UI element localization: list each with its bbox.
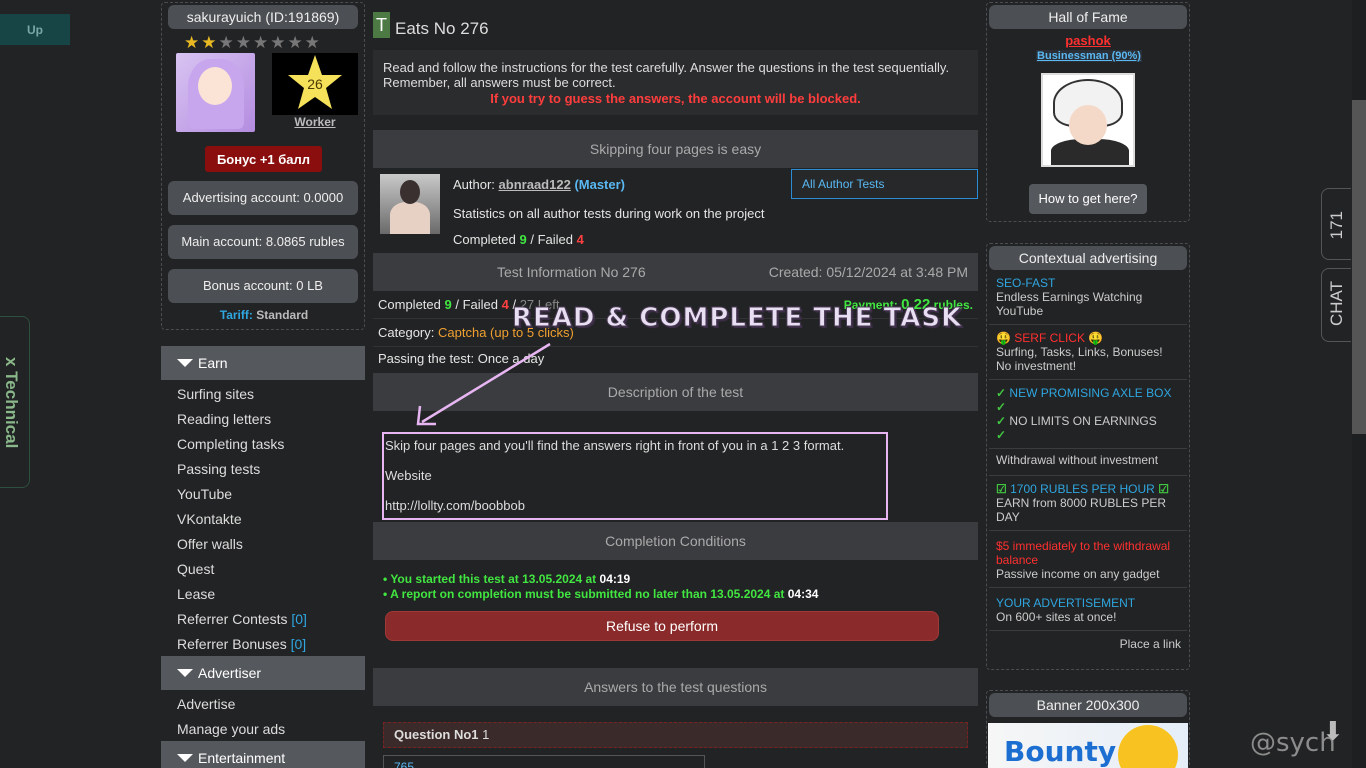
created-date: Created: 05/12/2024 at 3:48 PM xyxy=(768,264,968,280)
ad-withdrawal[interactable]: Withdrawal without investment xyxy=(989,449,1187,476)
ad-1700-rubles[interactable]: ☑ 1700 RUBLES PER HOUR ☑ EARN from 8000 … xyxy=(989,476,1187,531)
banner-ad[interactable]: Bounty xyxy=(988,723,1188,768)
tariff-label: Tariff: xyxy=(219,308,253,322)
warning-text: If you try to guess the answers, the acc… xyxy=(490,91,861,106)
description-website-label: Website xyxy=(385,468,432,483)
place-a-link[interactable]: Place a link xyxy=(987,631,1189,651)
tariff: Tariff: Standard xyxy=(162,308,366,322)
hall-of-fame-title: Hall of Fame xyxy=(989,5,1187,29)
answers-bar: Answers to the test questions xyxy=(373,668,978,706)
emoji-icon: 🤑 xyxy=(996,331,1011,345)
menu-item-letters[interactable]: Reading letters xyxy=(177,411,271,427)
conditions-bar: Completion Conditions xyxy=(373,522,978,560)
condition-deadline: • A report on completion must be submitt… xyxy=(383,587,819,601)
checkbox-icon: ☑ xyxy=(1158,482,1169,496)
menu-item-tests[interactable]: Passing tests xyxy=(177,461,260,477)
answer-option[interactable]: 765 xyxy=(383,755,705,768)
bonuses-count: [0] xyxy=(290,636,307,652)
menu-item-quest[interactable]: Quest xyxy=(177,561,214,577)
hof-rank[interactable]: Businessman (90%) xyxy=(1036,50,1142,62)
banner-logo: Bounty xyxy=(1004,735,1117,768)
instructions-text: Read and follow the instructions for the… xyxy=(383,60,950,90)
rating-stars: ★★★★★★★★ xyxy=(184,33,322,52)
contextual-ads-title: Contextual advertising xyxy=(989,246,1187,270)
overlay-caption: READ & COMPLETE THE TASK xyxy=(511,303,963,334)
menu-item-lease[interactable]: Lease xyxy=(177,586,215,602)
banner-title: Banner 200x300 xyxy=(989,693,1187,717)
ad-your-advertisement[interactable]: YOUR ADVERTISEMENT On 600+ sites at once… xyxy=(989,588,1187,631)
bonus-button[interactable]: Бонус +1 балл xyxy=(205,146,322,172)
author-completion-stats: Completed 9 / Failed 4 xyxy=(453,232,584,247)
scroll-up-button[interactable]: Up xyxy=(0,14,70,45)
condition-start: • You started this test at 13.05.2024 at… xyxy=(383,572,631,586)
menu-item-advertise[interactable]: Advertise xyxy=(177,696,235,712)
menu-item-youtube[interactable]: YouTube xyxy=(177,486,232,502)
hof-name[interactable]: pashok xyxy=(987,33,1189,48)
level-star-badge: 26 xyxy=(272,53,358,115)
tariff-value[interactable]: Standard xyxy=(256,308,308,322)
menu-item-referrer-bonuses[interactable]: Referrer Bonuses [0] xyxy=(177,636,306,652)
checkmark-icon: ✓ xyxy=(996,428,1007,442)
hof-avatar[interactable] xyxy=(1041,73,1135,167)
online-count-tab[interactable]: 171 xyxy=(1321,188,1351,260)
level-label[interactable]: Worker xyxy=(272,115,358,129)
author-stats-text: Statistics on all author tests during wo… xyxy=(453,206,765,221)
username[interactable]: sakurayuich (ID:191869) xyxy=(168,5,358,29)
author-name-link[interactable]: abnraad122 xyxy=(499,177,571,192)
question-1: Question No1 1 xyxy=(383,722,968,748)
description-text: Skip four pages and you'll find the answ… xyxy=(385,438,845,453)
author-photo[interactable] xyxy=(380,174,440,234)
how-to-get-here-button[interactable]: How to get here? xyxy=(1029,184,1147,214)
refuse-button[interactable]: Refuse to perform xyxy=(385,611,939,641)
menu-item-referrer-contests[interactable]: Referrer Contests [0] xyxy=(177,611,307,627)
profile-panel: sakurayuich (ID:191869) ★★★★★★★★ 26 Work… xyxy=(161,2,365,330)
test-name-bar: Skipping four pages is easy xyxy=(373,130,978,168)
description-url[interactable]: http://lollty.com/boobbob xyxy=(385,498,525,513)
menu-entertainment-head[interactable]: Entertainment xyxy=(161,741,365,768)
test-info-title: Test Information No 276 xyxy=(497,264,646,280)
author-line: Author: abnraad122 (Master) xyxy=(453,177,626,192)
down-arrow-icon: ⬇ xyxy=(1322,716,1344,746)
scrollbar[interactable] xyxy=(1352,0,1366,768)
author-rank: (Master) xyxy=(574,177,626,192)
checkmark-icon: ✓ xyxy=(996,386,1007,400)
test-icon: T xyxy=(373,12,390,38)
menu-item-surfing[interactable]: Surfing sites xyxy=(177,386,254,402)
all-author-tests-button[interactable]: All Author Tests xyxy=(791,169,978,199)
ad-serf-click[interactable]: 🤑 SERF CLICK 🤑 Surfing, Tasks, Links, Bo… xyxy=(989,325,1187,380)
menu-item-offer-walls[interactable]: Offer walls xyxy=(177,536,243,552)
menu-item-vkontakte[interactable]: VKontakte xyxy=(177,511,242,527)
technical-tab-label: x Technical xyxy=(2,357,21,449)
contextual-ads-panel: Contextual advertising SEO-FAST Endless … xyxy=(986,243,1190,670)
page-title: Eats No 276 xyxy=(395,19,489,38)
menu-earn-head[interactable]: Earn xyxy=(161,346,365,380)
hall-of-fame-panel: Hall of Fame pashok Businessman (90%) Ho… xyxy=(986,2,1190,222)
level-number: 26 xyxy=(307,76,323,92)
description-box: Skip four pages and you'll find the answ… xyxy=(382,432,888,520)
sun-icon xyxy=(1118,725,1178,768)
checkmark-icon: ✓ xyxy=(996,400,1007,414)
avatar[interactable] xyxy=(176,53,255,132)
bonus-account[interactable]: Bonus account: 0 LB xyxy=(168,269,358,303)
menu-item-tasks[interactable]: Completing tasks xyxy=(177,436,284,452)
advertising-account[interactable]: Advertising account: 0.0000 xyxy=(168,181,358,215)
ad-seo-fast[interactable]: SEO-FAST Endless Earnings Watching YouTu… xyxy=(989,272,1187,325)
test-info-bar: Test Information No 276 Created: 05/12/2… xyxy=(373,253,978,291)
ad-axle-box[interactable]: ✓ NEW PROMISING AXLE BOX ✓ ✓ NO LIMITS O… xyxy=(989,380,1187,449)
technical-tab[interactable]: x Technical xyxy=(0,316,30,488)
ad-5-dollars[interactable]: $5 immediately to the withdrawal balance… xyxy=(989,531,1187,588)
main-account[interactable]: Main account: 8.0865 rubles xyxy=(168,225,358,259)
instructions-notice: Read and follow the instructions for the… xyxy=(373,50,978,115)
contests-count: [0] xyxy=(291,611,307,627)
chat-tab[interactable]: CHAT xyxy=(1321,268,1351,342)
checkbox-icon: ☑ xyxy=(996,482,1007,496)
menu-item-manage-ads[interactable]: Manage your ads xyxy=(177,721,285,737)
scrollbar-thumb[interactable] xyxy=(1352,100,1366,434)
emoji-icon: 🤑 xyxy=(1088,331,1104,345)
checkmark-icon: ✓ xyxy=(996,414,1007,428)
arrow-icon xyxy=(416,342,551,426)
menu-advertiser-head[interactable]: Advertiser xyxy=(161,656,365,690)
